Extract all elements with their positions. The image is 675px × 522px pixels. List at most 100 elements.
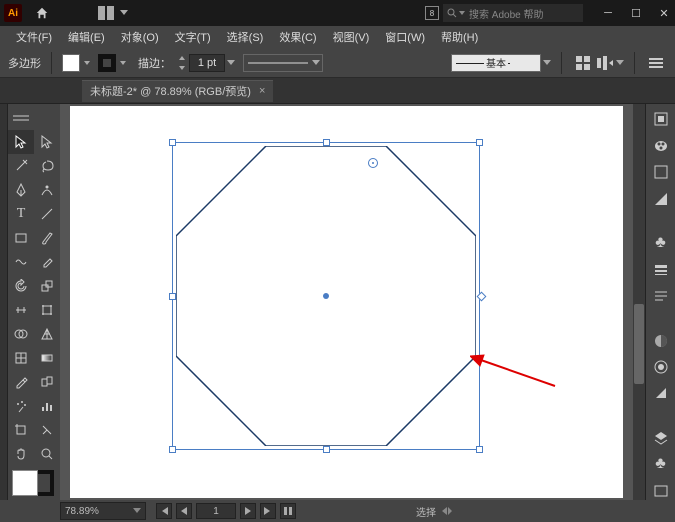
close-tab-icon[interactable]: × — [259, 85, 265, 97]
artboards-panel-icon[interactable] — [650, 482, 672, 500]
first-artboard-button[interactable] — [156, 503, 172, 519]
align-icon[interactable] — [594, 52, 616, 74]
artboard-tool[interactable] — [8, 418, 34, 442]
handle-tm[interactable] — [323, 139, 330, 146]
prev-artboard-button[interactable] — [176, 503, 192, 519]
direct-selection-tool[interactable] — [34, 130, 60, 154]
transparency-panel-icon[interactable] — [650, 331, 672, 349]
separator — [51, 52, 52, 74]
menu-edit[interactable]: 编辑(E) — [60, 27, 113, 47]
separator — [561, 52, 562, 74]
fill-color-icon[interactable] — [12, 470, 38, 496]
fill-stroke-swatch[interactable] — [12, 470, 54, 496]
chevron-down-icon[interactable] — [120, 10, 128, 16]
symbol-sprayer-tool[interactable] — [8, 394, 34, 418]
free-transform-tool[interactable] — [34, 298, 60, 322]
asset-export-panel-icon[interactable]: ♣ — [650, 455, 672, 473]
handle-tr[interactable] — [476, 139, 483, 146]
menu-effect[interactable]: 效果(C) — [271, 27, 324, 47]
tools-panel: T — [8, 104, 60, 500]
stroke-swatch[interactable] — [98, 54, 128, 72]
graphic-style-select[interactable]: 基本 — [451, 54, 541, 72]
handle-mr[interactable] — [477, 292, 487, 302]
scrollbar-thumb[interactable] — [634, 304, 644, 384]
opacity-icon[interactable] — [572, 52, 594, 74]
menu-help[interactable]: 帮助(H) — [433, 27, 486, 47]
eyedropper-tool[interactable] — [8, 370, 34, 394]
zoom-level-input[interactable]: 78.89% — [60, 502, 146, 520]
close-button[interactable]: ✕ — [657, 6, 671, 20]
symbols-panel-icon[interactable]: ♣ — [650, 234, 672, 252]
stroke-panel-icon[interactable] — [650, 260, 672, 278]
selection-tool[interactable] — [8, 130, 34, 154]
separator — [634, 52, 635, 74]
handle-bm[interactable] — [323, 446, 330, 453]
menu-type[interactable]: 文字(T) — [167, 27, 219, 47]
width-tool[interactable] — [8, 298, 34, 322]
handle-ml[interactable] — [169, 293, 176, 300]
workspace-badge[interactable]: 8 — [425, 6, 439, 20]
layers-panel-icon[interactable] — [650, 429, 672, 447]
arrange-docs-icon[interactable] — [94, 2, 118, 24]
hand-tool[interactable] — [8, 442, 34, 466]
more-options-icon[interactable] — [645, 52, 667, 74]
artboard-nav-button[interactable] — [280, 503, 296, 519]
handle-bl[interactable] — [169, 446, 176, 453]
paragraph-panel-icon[interactable] — [650, 287, 672, 305]
line-tool[interactable] — [34, 202, 60, 226]
chevron-down-icon[interactable] — [616, 60, 624, 66]
minimize-button[interactable]: ─ — [601, 6, 615, 20]
mesh-tool[interactable] — [8, 346, 34, 370]
properties-panel-icon[interactable] — [650, 110, 672, 128]
registration-point — [368, 158, 378, 168]
brushes-panel-icon[interactable] — [650, 189, 672, 207]
shape-builder-tool[interactable] — [8, 322, 34, 346]
search-input[interactable]: 搜索 Adobe 帮助 — [443, 4, 583, 22]
shaper-tool[interactable] — [8, 250, 34, 274]
app-icon[interactable]: Ai — [4, 4, 22, 22]
stroke-weight-input[interactable]: 1 pt — [177, 54, 235, 72]
rectangle-tool[interactable] — [8, 226, 34, 250]
eraser-tool[interactable] — [34, 250, 60, 274]
scale-tool[interactable] — [34, 274, 60, 298]
gradient-tool[interactable] — [34, 346, 60, 370]
rotate-tool[interactable] — [8, 274, 34, 298]
right-panel-dock: ♣ ♣ — [645, 104, 675, 500]
menu-window[interactable]: 窗口(W) — [377, 27, 433, 47]
swatches-panel-icon[interactable] — [650, 163, 672, 181]
search-placeholder: 搜索 Adobe 帮助 — [469, 6, 543, 21]
maximize-button[interactable]: ☐ — [629, 6, 643, 20]
lasso-tool[interactable] — [34, 154, 60, 178]
menu-object[interactable]: 对象(O) — [113, 27, 167, 47]
appearance-panel-icon[interactable] — [650, 358, 672, 376]
handle-br[interactable] — [476, 446, 483, 453]
zoom-tool[interactable] — [34, 442, 60, 466]
home-icon[interactable] — [30, 2, 54, 24]
handle-tl[interactable] — [169, 139, 176, 146]
canvas[interactable] — [60, 104, 633, 500]
document-tab-title: 未标题-2* @ 78.89% (RGB/预览) — [90, 83, 251, 99]
last-artboard-button[interactable] — [260, 503, 276, 519]
column-graph-tool[interactable] — [34, 394, 60, 418]
blend-tool[interactable] — [34, 370, 60, 394]
perspective-grid-tool[interactable] — [34, 322, 60, 346]
paintbrush-tool[interactable] — [34, 226, 60, 250]
menu-view[interactable]: 视图(V) — [325, 27, 378, 47]
tab-handle-icon[interactable] — [8, 106, 34, 130]
color-panel-icon[interactable] — [650, 136, 672, 154]
vertical-scrollbar[interactable] — [633, 104, 645, 500]
pen-tool[interactable] — [8, 178, 34, 202]
menu-select[interactable]: 选择(S) — [219, 27, 272, 47]
next-artboard-button[interactable] — [240, 503, 256, 519]
magic-wand-tool[interactable] — [8, 154, 34, 178]
fill-swatch[interactable] — [62, 54, 92, 72]
slice-tool[interactable] — [34, 418, 60, 442]
status-menu-icon[interactable] — [442, 507, 452, 515]
curvature-tool[interactable] — [34, 178, 60, 202]
profile-select[interactable] — [243, 54, 323, 72]
graphic-styles-panel-icon[interactable] — [650, 384, 672, 402]
menu-file[interactable]: 文件(F) — [8, 27, 60, 47]
artboard-number-input[interactable]: 1 — [196, 503, 236, 519]
type-tool[interactable]: T — [8, 202, 34, 226]
document-tab[interactable]: 未标题-2* @ 78.89% (RGB/预览) × — [82, 80, 273, 102]
